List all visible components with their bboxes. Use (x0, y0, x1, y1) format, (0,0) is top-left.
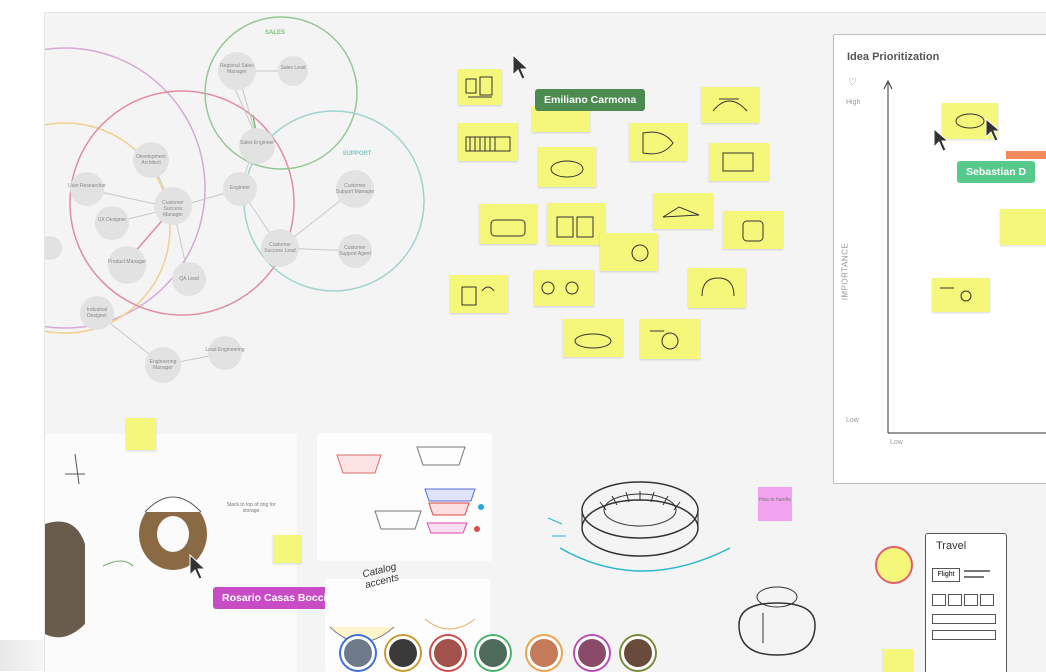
avatar[interactable] (575, 636, 609, 670)
node-engineer[interactable]: Engineer (220, 185, 260, 191)
sticky-note[interactable] (723, 211, 783, 249)
checkbox-sketch (980, 594, 994, 606)
flight-button[interactable]: Flight (932, 568, 960, 582)
node-customer-success-lead[interactable]: Customer Success Lead (260, 242, 300, 254)
wrap-note: Stack to top of ring for storage (226, 502, 276, 514)
tub-sketch (336, 446, 484, 534)
cursor-arrow-icon (512, 53, 530, 80)
travel-app-sketch[interactable]: Travel Flight (925, 533, 1007, 672)
sketch-board-left[interactable]: Stack to top of ring for storage (45, 434, 297, 672)
pink-sticky-label: How to handle (759, 497, 791, 503)
collaborator-tag-rosario: Rosario Casas Bocci (213, 587, 336, 609)
field-sketch (932, 614, 996, 624)
sticky-note[interactable] (1000, 209, 1046, 245)
node-product-manager[interactable]: Product Manager (107, 259, 147, 265)
collaborator-tag-emiliano: Emiliano Carmona (535, 89, 646, 111)
sticky-note[interactable] (479, 204, 537, 244)
sticky-note[interactable] (534, 270, 594, 306)
collaborator-tag-edge (1006, 151, 1046, 159)
sticky-note[interactable] (653, 193, 713, 229)
node-user-researcher[interactable]: User Researcher (67, 183, 107, 189)
node-lead-engineering[interactable]: Lead Engineering (205, 347, 245, 353)
node-sales-lead[interactable]: Sales Lead (273, 65, 313, 71)
tire-sketch (45, 453, 207, 638)
cursor-arrow-icon (933, 127, 950, 152)
line-placeholder (964, 570, 990, 572)
sticky-note[interactable] (875, 546, 913, 584)
pot-sketch (738, 586, 816, 656)
sticky-note[interactable] (458, 123, 518, 161)
whiteboard-canvas[interactable]: SALES SUPPORT Regional Sales Manager Sal… (44, 12, 1046, 672)
idea-prioritization-card[interactable]: Idea Prioritization ♡ High Low Low IMPOR… (833, 34, 1046, 484)
node-qa-lead[interactable]: QA Lead (169, 276, 209, 282)
node-sales-engineer[interactable]: Sales Engineer (237, 140, 277, 146)
prioritization-axes (883, 79, 1046, 434)
node-customer-support-manager[interactable]: Customer Support Manager (335, 183, 375, 195)
avatar[interactable] (476, 636, 510, 670)
sticky-note[interactable] (450, 275, 508, 313)
left-edge-shadow (0, 640, 44, 671)
travel-title: Travel (936, 540, 967, 552)
node-customer-success-manager[interactable]: Customer Success Manager (153, 200, 193, 218)
sketch-board-tubs[interactable] (317, 433, 492, 561)
sticky-note[interactable] (273, 535, 301, 563)
field-sketch (932, 630, 996, 640)
node-customer-support-agent[interactable]: Customer Support Agent (335, 245, 375, 257)
checkbox-sketch (932, 594, 946, 606)
cursor-arrow-icon (985, 117, 1002, 142)
node-development-architect[interactable]: Development Architect (131, 154, 171, 166)
tire-outline-sketch (547, 481, 731, 572)
avatar[interactable] (386, 636, 420, 670)
cursor-arrow-icon (189, 553, 207, 580)
node-engineering-manager[interactable]: Engineering Manager (143, 359, 183, 371)
pink-sticky-note[interactable] (758, 487, 792, 521)
collaborator-tag-sebastian: Sebastian D (957, 161, 1036, 183)
sticky-note[interactable] (563, 319, 623, 357)
sticky-note[interactable] (640, 319, 700, 359)
sales-group-label: SALES (264, 30, 285, 36)
sticky-note[interactable] (458, 69, 502, 105)
sticky-note[interactable] (538, 147, 596, 187)
node-industrial-designer[interactable]: Industrial Designer (77, 307, 117, 319)
sticky-note[interactable] (932, 278, 990, 312)
sticky-note[interactable] (629, 123, 687, 161)
checkbox-sketch (948, 594, 962, 606)
node-regional-sales-manager[interactable]: Regional Sales Manager (217, 63, 257, 75)
sticky-note[interactable] (126, 418, 156, 450)
sticky-note[interactable] (600, 233, 658, 271)
avatar[interactable] (621, 636, 655, 670)
sticky-note[interactable] (709, 143, 769, 181)
avatar[interactable] (341, 636, 375, 670)
avatar[interactable] (527, 636, 561, 670)
checkbox-sketch (964, 594, 978, 606)
sticky-note[interactable] (701, 87, 759, 123)
node-ux-designer[interactable]: UX Designer (92, 217, 132, 223)
line-placeholder (964, 576, 984, 578)
sticky-note[interactable] (547, 203, 605, 245)
support-group-label: SUPPORT (342, 151, 372, 157)
sticky-note[interactable] (883, 649, 913, 672)
avatar[interactable] (431, 636, 465, 670)
green-cluster-circle (204, 16, 358, 170)
sticky-note[interactable] (688, 268, 746, 308)
